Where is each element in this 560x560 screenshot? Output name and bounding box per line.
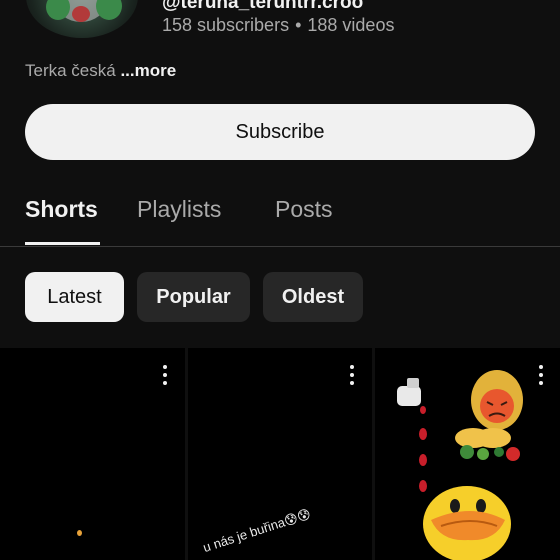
short-thumbnail-3[interactable] xyxy=(375,348,560,560)
light-dot xyxy=(77,530,82,536)
short-caption: u nás je buřina😰😰 xyxy=(201,506,313,556)
short-thumbnail-2[interactable]: u nás je buřina😰😰 xyxy=(188,348,372,560)
more-options-icon[interactable] xyxy=(162,364,168,386)
more-link[interactable]: ...more xyxy=(120,61,176,80)
stats-separator: • xyxy=(295,15,302,35)
video-count: 188 videos xyxy=(307,15,395,35)
channel-header: @teruna_teruntrr.croo 158 subscribers • 18… xyxy=(0,0,560,48)
more-options-icon[interactable] xyxy=(349,364,355,386)
sticker-collage xyxy=(397,370,523,560)
short-thumbnail-1[interactable] xyxy=(0,348,185,560)
filter-chip-oldest[interactable]: Oldest xyxy=(263,272,363,322)
filter-chip-popular[interactable]: Popular xyxy=(137,272,250,322)
tab-playlists[interactable]: Playlists xyxy=(137,196,221,223)
channel-description[interactable]: Terka česká ...more xyxy=(25,61,176,81)
more-options-icon[interactable] xyxy=(538,364,544,386)
channel-handle: @teruna_teruntrr.croo xyxy=(162,0,364,13)
subscriber-count: 158 subscribers xyxy=(162,15,290,35)
tab-posts[interactable]: Posts xyxy=(275,196,333,223)
subscribe-button[interactable]: Subscribe xyxy=(25,104,535,160)
shorts-grid: u nás je buřina😰😰 xyxy=(0,348,560,560)
active-tab-indicator xyxy=(25,242,100,245)
description-text: Terka česká xyxy=(25,61,116,80)
tab-shorts[interactable]: Shorts xyxy=(25,196,98,223)
filter-chip-latest[interactable]: Latest xyxy=(25,272,124,322)
avatar[interactable] xyxy=(26,0,138,38)
channel-stats: 158 subscribers • 188 videos xyxy=(162,15,394,36)
channel-tabs: Shorts Playlists Posts xyxy=(0,190,560,247)
